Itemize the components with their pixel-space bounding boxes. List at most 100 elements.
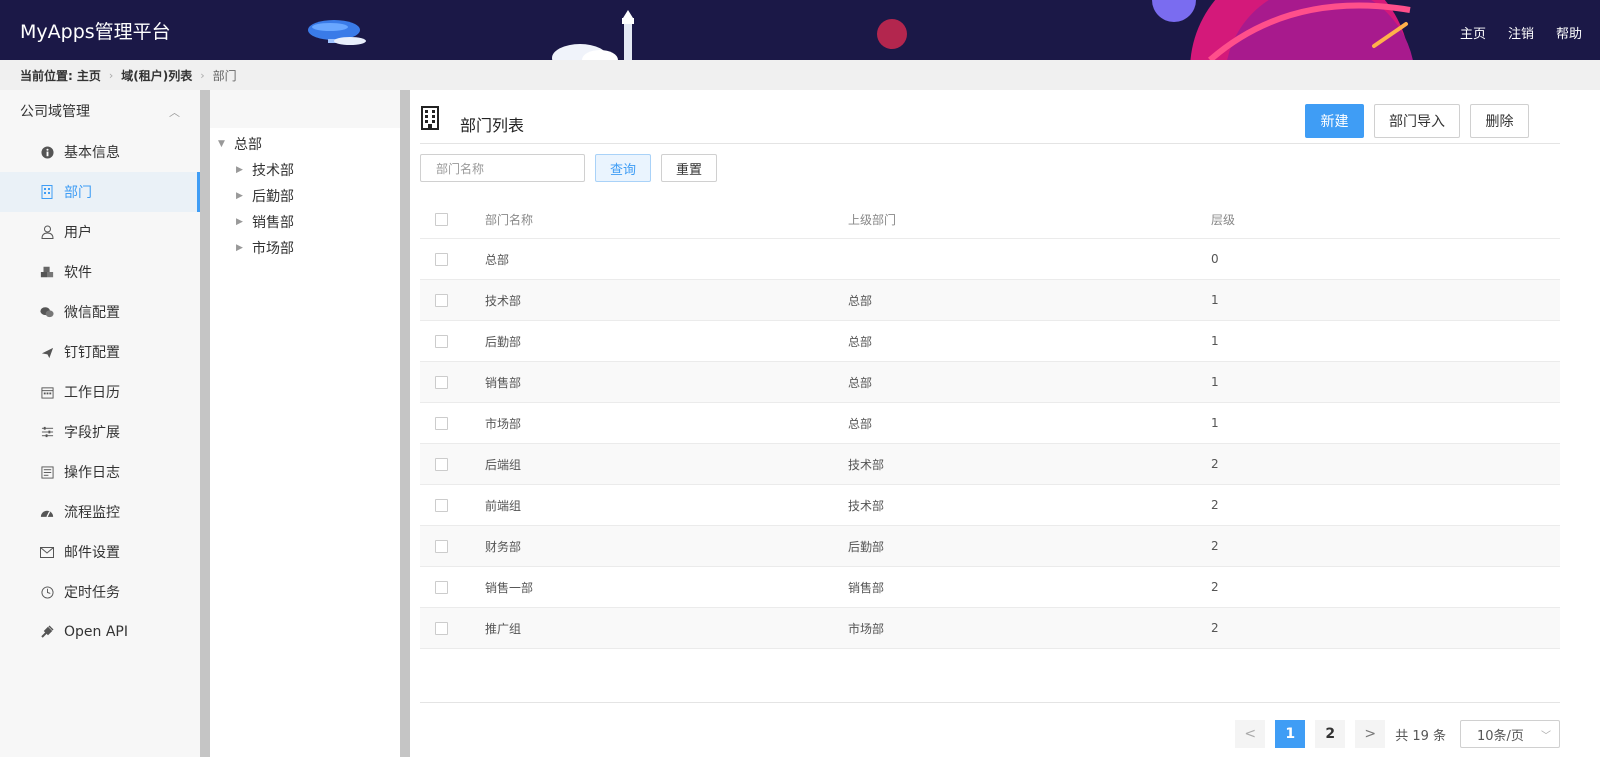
row-checkbox[interactable] xyxy=(435,252,448,266)
department-name-input[interactable]: 部门名称 xyxy=(420,154,585,182)
planet-small-decoration xyxy=(877,19,907,49)
row-checkbox[interactable] xyxy=(435,457,448,471)
caret-right-icon[interactable]: ▶ xyxy=(236,243,246,253)
cell-name: 技术部 xyxy=(485,293,522,308)
row-checkbox[interactable] xyxy=(435,334,448,348)
row-checkbox[interactable] xyxy=(435,580,448,594)
sidebar-item-5[interactable]: 钉钉配置 xyxy=(0,332,200,372)
panel-splitter-left[interactable] xyxy=(200,90,210,757)
table-row[interactable]: 总部 0 xyxy=(420,239,1560,280)
table-row[interactable]: 销售部 总部 1 xyxy=(420,362,1560,403)
sidebar-item-10[interactable]: 邮件设置 xyxy=(0,532,200,572)
cell-level: 2 xyxy=(1211,498,1219,512)
row-checkbox[interactable] xyxy=(435,498,448,512)
chevron-right-icon: › xyxy=(108,68,114,82)
row-checkbox[interactable] xyxy=(435,293,448,307)
sidebar: 公司域管理 ︿ 基本信息部门用户 软件微信配置钉钉配置工作日历字段扩展操作日志 流程… xyxy=(0,90,200,757)
tree-node-label: 市场部 xyxy=(252,241,294,257)
sidebar-item-2[interactable]: 用户 xyxy=(0,212,200,252)
import-button[interactable]: 部门导入 xyxy=(1374,104,1460,138)
cell-level: 1 xyxy=(1211,416,1219,430)
cell-parent: 技术部 xyxy=(848,498,885,513)
new-button[interactable]: 新建 xyxy=(1305,104,1364,138)
clock-icon xyxy=(40,585,54,599)
sidebar-item-0[interactable]: 基本信息 xyxy=(0,132,200,172)
header-link-help[interactable]: 帮助 xyxy=(1556,23,1582,42)
table-header-row: 部门名称 上级部门 层级 xyxy=(420,200,1560,239)
table-row[interactable]: 前端组 技术部 2 xyxy=(420,485,1560,526)
sidebar-item-8[interactable]: 操作日志 xyxy=(0,452,200,492)
caret-right-icon[interactable]: ▶ xyxy=(236,217,246,227)
table-row[interactable]: 销售一部 销售部 2 xyxy=(420,567,1560,608)
table-row[interactable]: 后勤部 总部 1 xyxy=(420,321,1560,362)
sidebar-item-11[interactable]: 定时任务 xyxy=(0,572,200,612)
row-checkbox[interactable] xyxy=(435,375,448,389)
tree-node-child[interactable]: ▶ 技术部 xyxy=(210,157,400,183)
cell-parent: 总部 xyxy=(848,416,873,431)
cell-level: 2 xyxy=(1211,580,1219,594)
header-link-home[interactable]: 主页 xyxy=(1460,23,1486,42)
total-count: 共 19 条 xyxy=(1395,728,1446,744)
breadcrumb-lead: 当前位置: xyxy=(20,68,73,83)
sidebar-section-title[interactable]: 公司域管理 ︿ xyxy=(0,90,200,132)
page-size-select[interactable]: 10条/页 ﹀ xyxy=(1460,720,1560,748)
cell-parent: 后勤部 xyxy=(848,539,885,554)
breadcrumb-home[interactable]: 主页 xyxy=(77,67,101,84)
lighthouse-decoration xyxy=(552,10,634,60)
sidebar-item-label: 字段扩展 xyxy=(64,425,120,441)
airship-decoration xyxy=(308,20,366,45)
tree-node-child[interactable]: ▶ 市场部 xyxy=(210,235,400,261)
sidebar-item-label: 部门 xyxy=(64,185,92,201)
building-icon xyxy=(421,106,439,130)
sidebar-item-4[interactable]: 微信配置 xyxy=(0,292,200,332)
breadcrumb-domain-list[interactable]: 域(租户)列表 xyxy=(121,67,192,84)
select-all-checkbox[interactable] xyxy=(435,212,448,226)
comet-decoration xyxy=(1372,22,1408,48)
page-1-button[interactable]: 1 xyxy=(1275,720,1306,748)
sidebar-item-6[interactable]: 工作日历 xyxy=(0,372,200,412)
row-checkbox[interactable] xyxy=(435,621,448,635)
brand-title: MyApps管理平台 xyxy=(20,21,171,43)
page-2-button[interactable]: 2 xyxy=(1315,720,1346,748)
table-row[interactable]: 技术部 总部 1 xyxy=(420,280,1560,321)
table-row[interactable]: 市场部 总部 1 xyxy=(420,403,1560,444)
tree-node-root[interactable]: ▼ 总部 xyxy=(210,131,400,157)
panel-splitter-right[interactable] xyxy=(400,90,410,757)
cell-parent: 总部 xyxy=(848,375,873,390)
row-checkbox[interactable] xyxy=(435,416,448,430)
cell-name: 后勤部 xyxy=(485,334,522,349)
table-row[interactable]: 财务部 后勤部 2 xyxy=(420,526,1560,567)
cell-parent: 技术部 xyxy=(848,457,885,472)
page-size-value: 10条/页 xyxy=(1477,728,1524,744)
sidebar-item-3[interactable]: 软件 xyxy=(0,252,200,292)
delete-button[interactable]: 删除 xyxy=(1470,104,1529,138)
table-row[interactable]: 后端组 技术部 2 xyxy=(420,444,1560,485)
caret-down-icon[interactable]: ▼ xyxy=(218,139,228,149)
sidebar-item-label: 微信配置 xyxy=(64,305,120,321)
sidebar-item-label: 钉钉配置 xyxy=(64,345,120,361)
reset-button[interactable]: 重置 xyxy=(661,154,717,182)
sidebar-item-12[interactable]: Open API xyxy=(0,612,200,652)
top-header: MyApps管理平台 主页 注销 帮助 xyxy=(0,0,1600,60)
prev-page-button[interactable]: < xyxy=(1235,720,1266,748)
sidebar-item-1[interactable]: 部门 xyxy=(0,172,200,212)
page-title: 部门列表 xyxy=(460,116,525,135)
caret-right-icon[interactable]: ▶ xyxy=(236,191,246,201)
tree-node-label: 销售部 xyxy=(252,215,294,231)
query-button[interactable]: 查询 xyxy=(595,154,651,182)
tree-node-child[interactable]: ▶ 销售部 xyxy=(210,209,400,235)
header-link-logout[interactable]: 注销 xyxy=(1508,23,1534,42)
row-checkbox[interactable] xyxy=(435,539,448,553)
caret-right-icon[interactable]: ▶ xyxy=(236,165,246,175)
table-row[interactable]: 推广组 市场部 2 xyxy=(420,608,1560,649)
user-icon xyxy=(40,225,54,239)
header-links: 主页 注销 帮助 xyxy=(1460,23,1582,42)
tree-node-child[interactable]: ▶ 后勤部 xyxy=(210,183,400,209)
column-header-name: 部门名称 xyxy=(485,212,534,227)
next-page-button[interactable]: > xyxy=(1355,720,1386,748)
table-bottom-divider xyxy=(420,702,1560,703)
sidebar-item-label: Open API xyxy=(64,624,128,640)
main-panel: 部门列表 新建 部门导入 删除 部门名称 查询 重置 部门名称 上级部门 层级 … xyxy=(420,90,1560,757)
sidebar-item-7[interactable]: 字段扩展 xyxy=(0,412,200,452)
sidebar-item-9[interactable]: 流程监控 xyxy=(0,492,200,532)
